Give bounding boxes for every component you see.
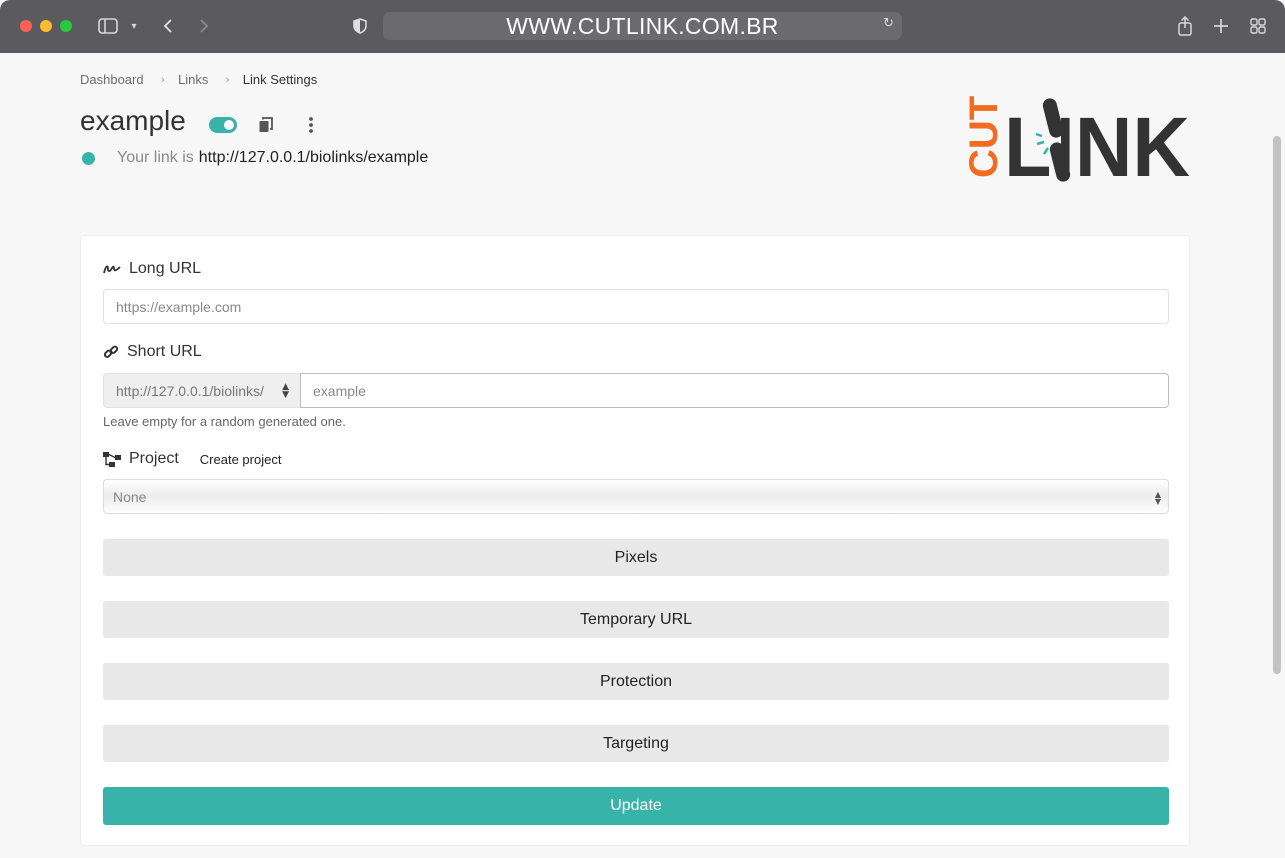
link-settings-card: Long URL https://example.com Short URL h… xyxy=(80,235,1190,846)
long-url-label-text: Long URL xyxy=(129,260,202,277)
targeting-section-button[interactable]: Targeting xyxy=(103,725,1169,762)
chevron-down-icon[interactable]: ▾ xyxy=(127,14,141,38)
domain-select-value: http://127.0.0.1/biolinks/ xyxy=(116,382,264,399)
project-label-text: Project xyxy=(129,450,179,467)
long-url-label: Long URL xyxy=(103,260,201,278)
status-dot-icon xyxy=(82,151,95,165)
minimize-window-button[interactable] xyxy=(40,20,52,32)
shield-icon[interactable] xyxy=(351,14,369,38)
copy-icon[interactable] xyxy=(258,117,274,134)
long-url-placeholder: https://example.com xyxy=(116,298,242,315)
more-options-icon[interactable] xyxy=(306,116,316,134)
project-tree-icon xyxy=(103,451,121,467)
project-select-value: None xyxy=(113,488,147,505)
forward-arrow-icon[interactable] xyxy=(194,14,214,38)
scrollbar-thumb[interactable] xyxy=(1273,136,1281,674)
breadcrumb-dashboard[interactable]: Dashboard xyxy=(80,72,144,87)
maximize-window-button[interactable] xyxy=(60,20,72,32)
address-text: WWW.CUTLINK.COM.BR xyxy=(506,12,779,39)
sidebar-toggle-icon[interactable] xyxy=(97,14,119,38)
protection-section-button[interactable]: Protection xyxy=(103,663,1169,700)
reload-icon[interactable]: ↻ xyxy=(883,16,894,31)
project-label: Project Create project xyxy=(103,450,281,468)
link-info: Your link is http://127.0.0.1/biolinks/e… xyxy=(82,149,428,167)
update-button[interactable]: Update xyxy=(103,787,1169,825)
short-url-label: Short URL xyxy=(103,343,202,361)
page-title: example xyxy=(80,105,186,136)
long-url-input[interactable]: https://example.com xyxy=(103,289,1169,324)
short-url-domain-select[interactable]: http://127.0.0.1/biolinks/ ▲ ▼ xyxy=(103,373,301,408)
temporary-url-section-button[interactable]: Temporary URL xyxy=(103,601,1169,638)
short-url-label-text: Short URL xyxy=(127,343,202,360)
link-prefix-text: Your link is xyxy=(117,149,194,166)
short-url-help-text: Leave empty for a random generated one. xyxy=(103,414,346,429)
signature-icon xyxy=(103,265,121,274)
select-arrows-icon: ▲ ▼ xyxy=(1154,490,1161,506)
select-arrows-icon: ▲ ▼ xyxy=(282,382,289,400)
browser-toolbar: ▾ WWW.CUTLINK.COM.BR ↻ xyxy=(0,0,1285,53)
link-icon xyxy=(103,345,119,358)
breadcrumb-links[interactable]: Links xyxy=(178,72,208,87)
address-bar[interactable]: WWW.CUTLINK.COM.BR ↻ xyxy=(383,12,902,40)
new-tab-icon[interactable] xyxy=(1211,14,1231,38)
alias-placeholder: example xyxy=(313,382,366,399)
logo-link-text: LINK xyxy=(1004,100,1190,188)
link-enabled-toggle[interactable] xyxy=(209,117,237,133)
chevron-right-icon: › xyxy=(160,73,166,86)
close-window-button[interactable] xyxy=(20,20,32,32)
pixels-section-button[interactable]: Pixels xyxy=(103,539,1169,576)
cutlink-logo: CUT LINK xyxy=(960,92,1192,194)
tab-overview-icon[interactable] xyxy=(1248,14,1268,38)
create-project-link[interactable]: Create project xyxy=(200,452,282,467)
link-url[interactable]: http://127.0.0.1/biolinks/example xyxy=(199,149,428,167)
share-icon[interactable] xyxy=(1175,14,1195,38)
project-select[interactable]: None ▲ ▼ xyxy=(103,479,1169,514)
logo-cut-text: CUT xyxy=(962,96,1006,178)
breadcrumb-current: Link Settings xyxy=(242,72,318,87)
breadcrumb: Dashboard › Links › Link Settings xyxy=(80,72,317,87)
chevron-right-icon: › xyxy=(225,73,230,86)
back-arrow-icon[interactable] xyxy=(158,14,178,38)
svg-text:CUT: CUT xyxy=(962,96,1006,178)
short-url-alias-input[interactable]: example xyxy=(300,373,1169,408)
